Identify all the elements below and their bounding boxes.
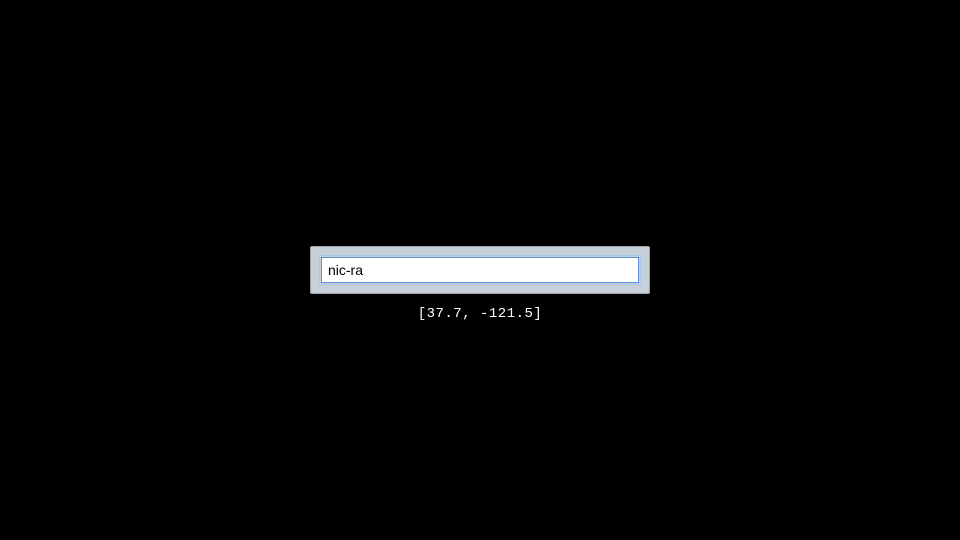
search-input[interactable]: [321, 257, 639, 283]
coordinates-readout: [37.7, -121.5]: [418, 306, 543, 322]
search-container: [310, 246, 650, 294]
